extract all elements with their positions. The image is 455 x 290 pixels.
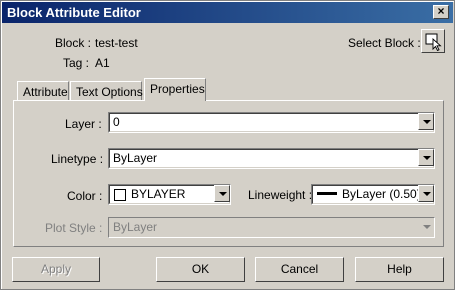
lineweight-dropdown[interactable]: ByLayer (0.50) bbox=[311, 184, 435, 205]
apply-button[interactable]: Apply bbox=[12, 257, 100, 282]
plot-style-dropdown: ByLayer bbox=[108, 217, 435, 238]
tab-properties[interactable]: Properties bbox=[144, 78, 206, 101]
close-icon: × bbox=[437, 4, 445, 18]
color-dropdown[interactable]: BYLAYER bbox=[108, 184, 231, 205]
close-button[interactable]: × bbox=[433, 5, 449, 19]
tab-properties-label: Properties bbox=[150, 82, 205, 96]
cancel-button[interactable]: Cancel bbox=[255, 257, 344, 282]
layer-value: 0 bbox=[113, 115, 120, 129]
tab-text-options-label: Text Options bbox=[76, 85, 143, 99]
color-swatch bbox=[114, 189, 126, 201]
tag-value: A1 bbox=[95, 56, 110, 70]
window-title: Block Attribute Editor bbox=[7, 5, 141, 20]
lineweight-label: Lineweight : bbox=[248, 188, 313, 202]
color-label: Color : bbox=[67, 189, 103, 203]
properties-panel: Layer : 0 Linetype : ByLayer Color : BYL… bbox=[13, 100, 444, 247]
title-bar[interactable]: Block Attribute Editor × bbox=[2, 2, 453, 23]
linetype-dropdown[interactable]: ByLayer bbox=[108, 148, 435, 169]
chevron-down-icon bbox=[418, 218, 434, 235]
select-block-label: Select Block : bbox=[348, 36, 421, 50]
tab-attribute-label: Attribute bbox=[23, 85, 68, 99]
help-button[interactable]: Help bbox=[355, 257, 444, 282]
tab-text-options[interactable]: Text Options bbox=[70, 81, 143, 101]
chevron-down-icon[interactable] bbox=[418, 149, 434, 166]
tag-label: Tag : bbox=[63, 56, 90, 70]
tab-attribute[interactable]: Attribute bbox=[17, 81, 69, 101]
linetype-label: Linetype : bbox=[51, 152, 104, 166]
block-value: test-test bbox=[95, 36, 138, 50]
block-label: Block : bbox=[55, 36, 92, 50]
lineweight-sample bbox=[317, 192, 337, 195]
chevron-down-icon[interactable] bbox=[214, 185, 230, 202]
chevron-down-icon[interactable] bbox=[418, 185, 434, 202]
ok-button[interactable]: OK bbox=[156, 257, 245, 282]
layer-label: Layer : bbox=[65, 117, 102, 131]
plot-style-label: Plot Style : bbox=[45, 221, 103, 235]
linetype-value: ByLayer bbox=[113, 151, 158, 165]
layer-dropdown[interactable]: 0 bbox=[108, 112, 435, 133]
chevron-down-icon[interactable] bbox=[418, 113, 434, 130]
plot-style-value: ByLayer bbox=[113, 220, 158, 234]
dialog-window: Block Attribute Editor × Block : test-te… bbox=[0, 0, 455, 290]
select-object-icon bbox=[425, 33, 442, 52]
color-value: BYLAYER bbox=[131, 187, 186, 201]
select-block-button[interactable] bbox=[421, 29, 445, 53]
lineweight-value: ByLayer (0.50) bbox=[342, 187, 421, 201]
